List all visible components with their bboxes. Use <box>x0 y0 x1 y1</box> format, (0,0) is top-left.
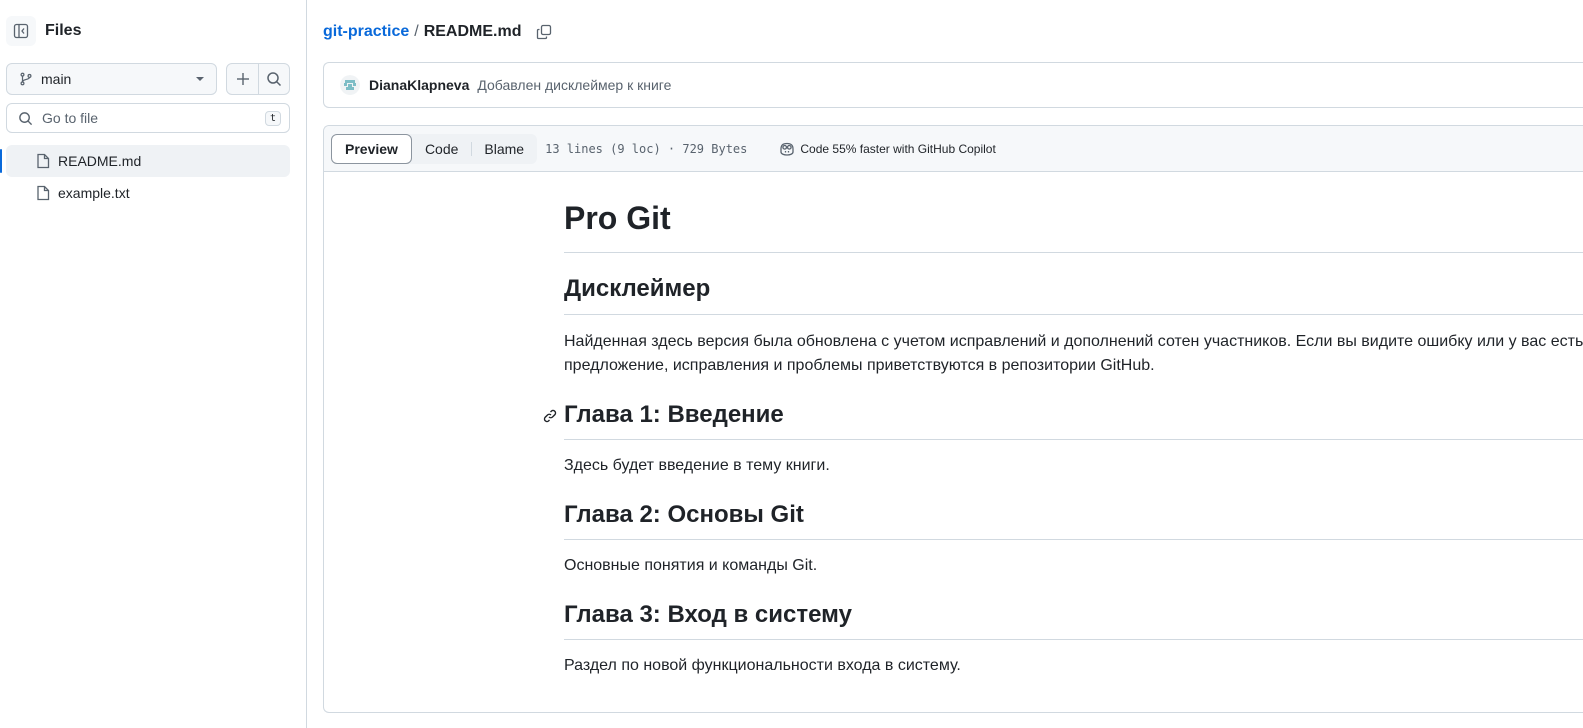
sidebar-actions <box>226 63 290 95</box>
heading-disclaimer: Дисклеймер <box>564 269 1583 315</box>
tree-item-label: example.txt <box>58 185 130 201</box>
copilot-icon <box>780 142 795 156</box>
go-to-file-input[interactable] <box>42 110 265 126</box>
sidebar-collapse-icon <box>13 23 29 39</box>
search-code-button[interactable] <box>258 64 289 94</box>
tab-code[interactable]: Code <box>412 134 471 164</box>
chapter-2-paragraph: Основные понятия и команды Git. <box>564 557 818 574</box>
tab-preview[interactable]: Preview <box>331 133 412 164</box>
heading-chapter-2: Глава 2: Основы Git <box>564 500 1583 540</box>
file-tree: README.md example.txt <box>0 145 290 209</box>
commit-author[interactable]: DianaKlapneva <box>369 77 469 93</box>
chapter-1-section: Глава 1: Введение <box>543 400 1583 440</box>
avatar[interactable] <box>340 75 360 95</box>
breadcrumb-separator: / <box>414 23 419 40</box>
latest-commit-bar: DianaKlapneva Добавлен дисклеймер к книг… <box>323 62 1583 108</box>
chapter-1-paragraph: Здесь будет введение в тему книги. <box>564 457 830 474</box>
file-header: Preview Code Blame 13 lines (9 loc) · 72… <box>324 126 1583 172</box>
branch-controls: main <box>6 63 290 95</box>
file-info: 13 lines (9 loc) · 729 Bytes <box>545 141 748 156</box>
link-icon[interactable] <box>542 408 558 427</box>
tree-item-label: README.md <box>58 153 142 169</box>
collapse-sidebar-button[interactable] <box>6 16 36 46</box>
sidebar-title: Files <box>45 22 82 39</box>
git-branch-icon <box>20 72 32 86</box>
commit-message[interactable]: Добавлен дисклеймер к книге <box>477 77 671 93</box>
heading-chapter-3: Глава 3: Вход в систему <box>564 600 1583 640</box>
tree-item-example[interactable]: example.txt <box>6 177 290 209</box>
heading-chapter-1: Глава 1: Введение <box>564 400 1583 440</box>
disclaimer-paragraph: Найденная здесь версия была обновлена с … <box>564 333 1583 374</box>
view-mode-toggle: Preview Code Blame <box>331 133 538 164</box>
keyboard-shortcut-hint: t <box>264 110 281 126</box>
copy-path-button[interactable] <box>531 19 557 45</box>
file-icon <box>37 153 50 169</box>
branch-name: main <box>41 71 72 87</box>
tree-item-readme[interactable]: README.md <box>0 145 290 177</box>
search-icon <box>19 111 33 125</box>
chapter-3-paragraph: Раздел по новой функциональности входа в… <box>564 657 961 674</box>
sidebar-header: Files <box>6 15 81 47</box>
search-icon <box>267 72 282 87</box>
file-content-box: Preview Code Blame 13 lines (9 loc) · 72… <box>323 125 1583 713</box>
plus-icon <box>236 73 249 85</box>
current-file-name: README.md <box>423 23 522 40</box>
branch-selector[interactable]: main <box>6 63 217 95</box>
tab-blame[interactable]: Blame <box>471 134 537 164</box>
breadcrumb: git-practice / README.md <box>323 19 557 45</box>
chevron-down-icon <box>196 77 204 81</box>
repo-link[interactable]: git-practice <box>323 23 409 41</box>
file-tree-sidebar: Files main t README.md <box>0 0 307 728</box>
copy-icon <box>537 24 552 40</box>
readme-preview: Pro Git Дисклеймер Найденная здесь верси… <box>543 198 1583 678</box>
go-to-file: t <box>6 103 290 133</box>
copilot-promo-text: Code 55% faster with GitHub Copilot <box>800 141 996 156</box>
file-view: git-practice / README.md DianaKlapneva Д… <box>307 0 1583 728</box>
readme-title: Pro Git <box>564 198 1583 253</box>
file-icon <box>37 185 50 201</box>
add-file-button[interactable] <box>227 64 258 94</box>
copilot-promo-link[interactable]: Code 55% faster with GitHub Copilot <box>779 141 996 157</box>
